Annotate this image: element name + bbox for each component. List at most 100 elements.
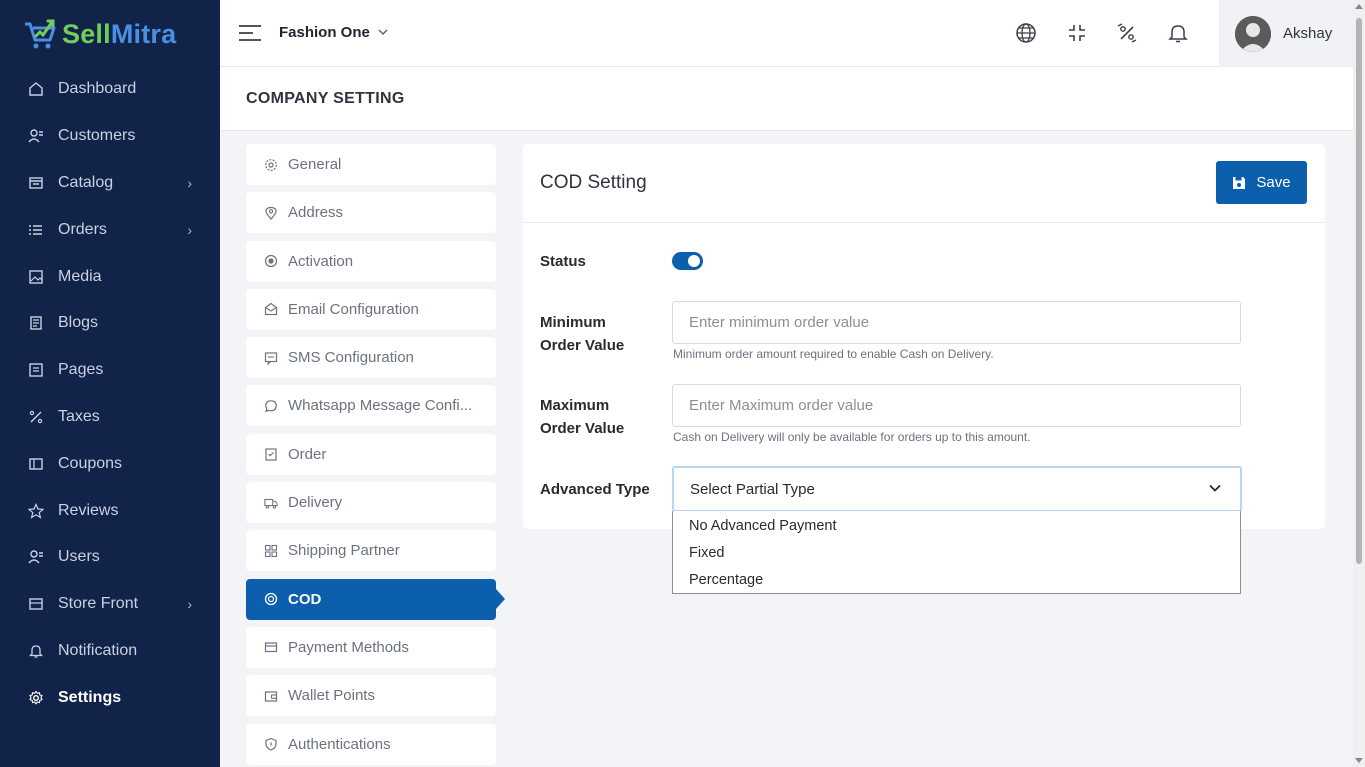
page-header: COMPANY SETTING — [220, 67, 1353, 131]
settings-item-delivery[interactable]: Delivery — [246, 482, 496, 524]
status-label: Status — [540, 253, 586, 270]
settings-item-whatsapp[interactable]: Whatsapp Message Confi... — [246, 385, 496, 427]
globe-icon[interactable] — [1013, 20, 1039, 46]
option-percentage[interactable]: Percentage — [673, 566, 1240, 593]
image-icon — [28, 269, 44, 285]
settings-item-address[interactable]: Address — [246, 192, 496, 234]
store-icon — [28, 596, 44, 612]
max-order-label-line1: Maximum — [540, 397, 610, 414]
sidebar-item-reviews[interactable]: Reviews — [0, 487, 220, 534]
catalog-icon — [28, 175, 44, 191]
status-toggle[interactable] — [672, 252, 703, 270]
sidebar-item-store-front[interactable]: Store Front › — [0, 581, 220, 628]
scroll-down-arrow[interactable] — [1355, 758, 1363, 763]
sidebar-item-label: Catalog — [58, 173, 114, 191]
sidebar-item-label: Orders — [58, 220, 107, 238]
settings-item-label: Delivery — [288, 494, 343, 512]
store-name: Fashion One — [279, 24, 370, 41]
coin-icon — [264, 592, 278, 606]
card-title: COD Setting — [540, 172, 647, 193]
max-order-label-line2: Order Value — [540, 420, 625, 437]
page-title: COMPANY SETTING — [246, 90, 405, 107]
truck-icon — [264, 496, 278, 510]
settings-item-label: Order — [288, 445, 327, 463]
chevron-right-icon: › — [187, 221, 192, 238]
min-order-input[interactable] — [672, 301, 1241, 344]
user-menu[interactable]: Akshay — [1219, 0, 1353, 67]
bell-icon[interactable] — [1165, 20, 1191, 46]
chevron-down-icon — [1208, 481, 1222, 499]
settings-item-general[interactable]: General — [246, 144, 496, 185]
settings-item-label: Wallet Points — [288, 687, 375, 705]
sidebar-item-settings[interactable]: Settings — [0, 674, 220, 721]
radio-icon — [264, 254, 278, 268]
advanced-type-select[interactable]: Select Partial Type — [672, 466, 1242, 512]
offer-icon[interactable] — [1114, 20, 1140, 46]
select-value: Select Partial Type — [690, 480, 815, 498]
users-icon — [28, 549, 44, 565]
scroll-thumb[interactable] — [1356, 18, 1362, 564]
max-order-help: Cash on Delivery will only be available … — [673, 430, 1031, 444]
sidebar-item-media[interactable]: Media — [0, 253, 220, 300]
gear-icon — [28, 690, 44, 706]
sidebar-item-notification[interactable]: Notification — [0, 628, 220, 675]
settings-item-shipping-partner[interactable]: Shipping Partner — [246, 530, 496, 572]
store-selector[interactable]: Fashion One — [279, 24, 388, 41]
sidebar-item-label: Blogs — [58, 314, 99, 332]
home-icon — [28, 81, 44, 97]
menu-toggle-icon[interactable] — [238, 24, 262, 42]
settings-item-cod[interactable]: COD — [246, 578, 496, 620]
topbar: Fashion One Akshay — [220, 0, 1353, 67]
percent-icon — [28, 409, 44, 425]
settings-item-wallet-points[interactable]: Wallet Points — [246, 675, 496, 717]
pages-icon — [28, 362, 44, 378]
option-no-advanced-payment[interactable]: No Advanced Payment — [673, 512, 1240, 539]
card-header: COD Setting Save — [523, 144, 1325, 223]
avatar — [1235, 15, 1271, 52]
sidebar-item-label: Taxes — [58, 407, 100, 425]
sidebar-item-label: Users — [58, 548, 100, 566]
min-order-label-line1: Minimum — [540, 314, 606, 331]
settings-item-email-configuration[interactable]: Email Configuration — [246, 288, 496, 330]
sidebar-item-dashboard[interactable]: Dashboard — [0, 66, 220, 113]
settings-item-activation[interactable]: Activation — [246, 240, 496, 282]
sidebar-item-catalog[interactable]: Catalog › — [0, 160, 220, 207]
brand-logo[interactable]: SellMitra — [22, 14, 176, 54]
sidebar-item-users[interactable]: Users — [0, 534, 220, 581]
settings-item-order[interactable]: Order — [246, 433, 496, 475]
sidebar-item-taxes[interactable]: Taxes — [0, 394, 220, 441]
coupon-icon — [28, 456, 44, 472]
card-icon — [264, 640, 278, 654]
settings-item-sms-configuration[interactable]: SMS Configuration — [246, 337, 496, 379]
gear-icon — [264, 158, 278, 172]
message-icon — [264, 351, 278, 365]
sidebar-nav: Dashboard Customers Catalog › Orders › M… — [0, 66, 220, 721]
save-button[interactable]: Save — [1216, 161, 1307, 204]
sidebar-item-coupons[interactable]: Coupons — [0, 440, 220, 487]
sidebar: SellMitra Dashboard Customers Catalog › … — [0, 0, 220, 767]
sidebar-item-customers[interactable]: Customers — [0, 113, 220, 160]
settings-item-payment-methods[interactable]: Payment Methods — [246, 626, 496, 668]
chevron-right-icon: › — [187, 174, 192, 191]
document-icon — [28, 315, 44, 331]
settings-item-label: Address — [288, 204, 344, 222]
sidebar-item-blogs[interactable]: Blogs — [0, 300, 220, 347]
sidebar-item-orders[interactable]: Orders › — [0, 206, 220, 253]
floppy-icon — [1232, 176, 1246, 190]
scroll-up-arrow[interactable] — [1355, 4, 1363, 9]
order-icon — [264, 447, 278, 461]
sidebar-item-label: Dashboard — [58, 80, 137, 98]
advanced-type-options: No Advanced Payment Fixed Percentage — [672, 511, 1241, 594]
sidebar-item-pages[interactable]: Pages — [0, 347, 220, 394]
sidebar-item-label: Reviews — [58, 501, 119, 519]
cod-setting-card: COD Setting Save Status Minimum Order Va… — [523, 144, 1325, 529]
collapse-icon[interactable] — [1064, 20, 1090, 46]
max-order-input[interactable] — [672, 384, 1241, 427]
page-scrollbar[interactable] — [1353, 0, 1365, 767]
option-fixed[interactable]: Fixed — [673, 539, 1240, 566]
brand-name: SellMitra — [62, 18, 177, 49]
star-icon — [28, 502, 44, 519]
settings-item-authentications[interactable]: Authentications — [246, 723, 496, 765]
sidebar-item-label: Store Front — [58, 595, 139, 613]
settings-item-label: Email Configuration — [288, 300, 419, 318]
